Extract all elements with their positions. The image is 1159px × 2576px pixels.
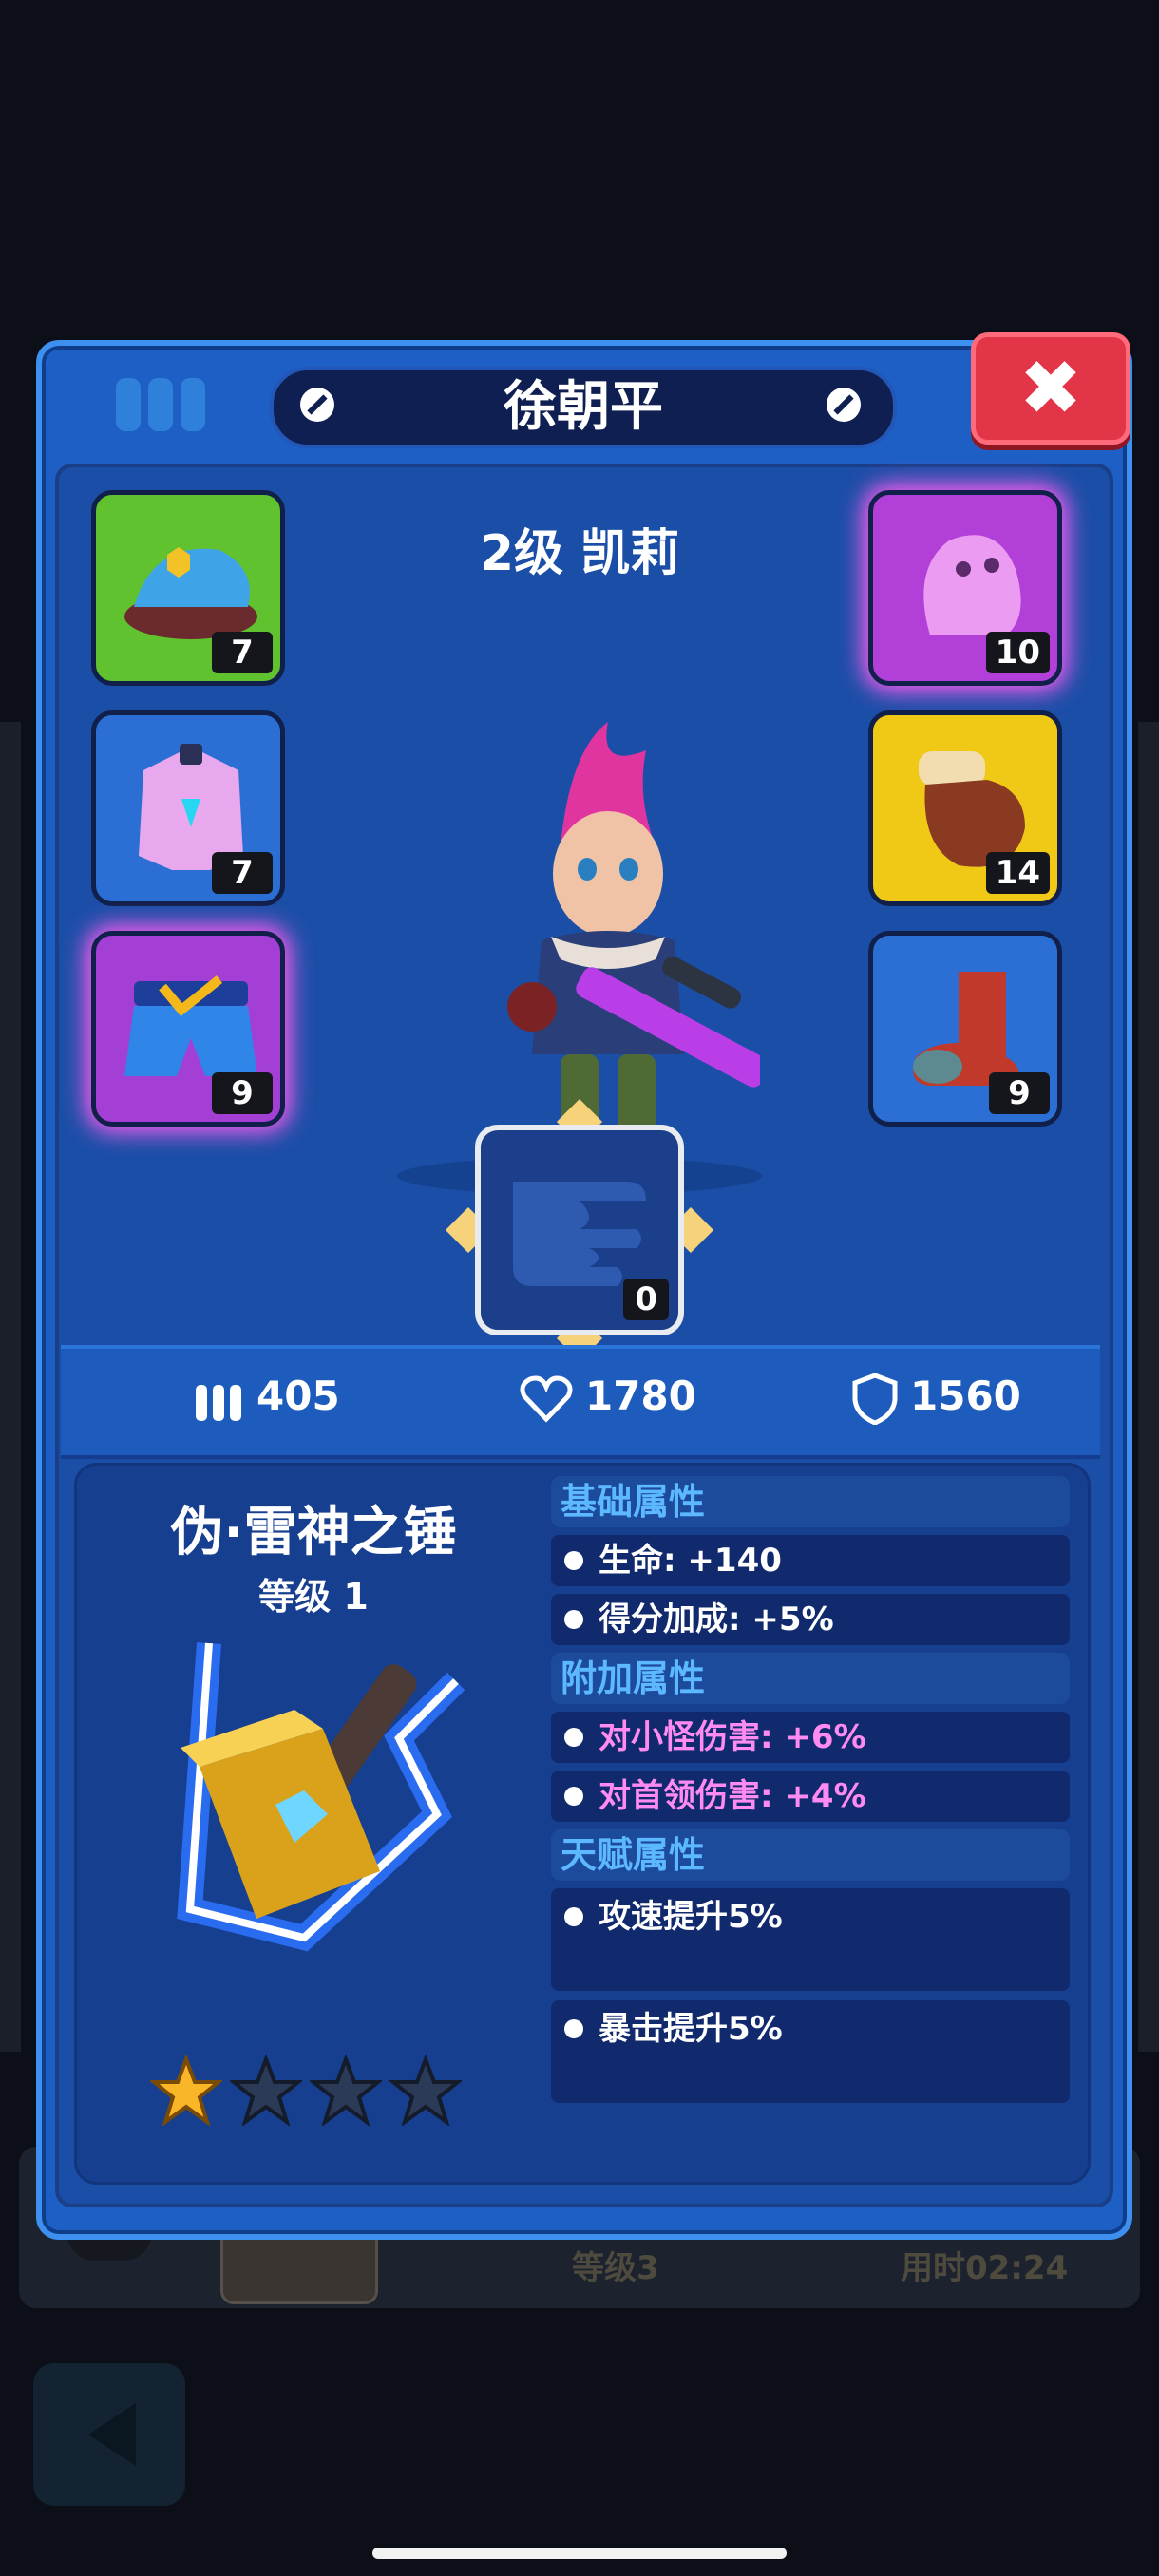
background-time-text: 用时02:24 (901, 2249, 1069, 2287)
attribute-text: 攻速提升5% (598, 1898, 783, 1936)
equip-level: 9 (989, 1072, 1050, 1114)
background-left-edge (0, 722, 21, 2052)
stat-attack-value: 405 (256, 1373, 340, 1419)
attribute-row: 暴击提升5% (551, 2000, 1070, 2103)
attribute-text: 生命: +140 (598, 1542, 782, 1580)
home-indicator[interactable] (372, 2548, 787, 2559)
attribute-text: 暴击提升5% (598, 2010, 783, 2048)
attribute-row: 得分加成: +5% (551, 1594, 1070, 1645)
close-icon: ✖ (1018, 344, 1083, 432)
back-button[interactable] (33, 2363, 185, 2506)
decor-bars (116, 378, 213, 435)
ammo-icon (196, 1384, 241, 1421)
attribute-row: 对小怪伤害: +6% (551, 1712, 1070, 1763)
stat-defense-value: 1560 (910, 1373, 1021, 1419)
base-attributes-header: 基础属性 (551, 1476, 1070, 1527)
equip-slot-gloves[interactable]: 14 (868, 710, 1062, 906)
heart-icon (520, 1375, 573, 1423)
equip-level: 7 (212, 852, 273, 894)
equip-slot-hat[interactable]: 7 (91, 490, 285, 686)
attributes-list: 基础属性 生命: +140 得分加成: +5% 附加属性 对小怪伤害: +6% … (551, 1476, 1070, 2112)
back-arrow-icon (88, 2403, 136, 2466)
extra-attributes-header: 附加属性 (551, 1653, 1070, 1704)
weapon-slot[interactable]: 0 (475, 1125, 684, 1335)
weapon-slot-level: 0 (623, 1279, 669, 1320)
stat-attack: 405 (194, 1368, 340, 1425)
item-stars (148, 2054, 469, 2130)
attribute-text: 对首领伤害: +4% (598, 1777, 866, 1815)
star-filled-icon (148, 2054, 224, 2128)
hammer-icon (177, 1642, 466, 1952)
shield-icon (852, 1372, 898, 1426)
background-level-text: 等级3 (572, 2249, 659, 2287)
item-name: 伪·雷神之锤 (170, 1502, 457, 1563)
stat-health: 1780 (519, 1368, 696, 1425)
attribute-row: 对首领伤害: +4% (551, 1771, 1070, 1822)
equip-slot-boots[interactable]: 9 (868, 931, 1062, 1127)
attribute-row: 生命: +140 (551, 1535, 1070, 1586)
stat-defense: 1560 (851, 1368, 1021, 1426)
close-button[interactable]: ✖ (971, 332, 1130, 445)
item-level: 等级 1 (258, 1576, 369, 1618)
hero-title: 2级 凯莉 (479, 525, 680, 582)
equip-slot-pants[interactable]: 9 (91, 931, 285, 1127)
attribute-text: 对小怪伤害: +6% (598, 1718, 866, 1756)
equip-level: 9 (212, 1072, 273, 1114)
hero-character (507, 722, 760, 1178)
equip-slot-accessory[interactable]: 10 (868, 490, 1062, 686)
equip-level: 10 (985, 632, 1050, 673)
star-empty-icon (228, 2054, 304, 2128)
equip-slot-armor[interactable]: 7 (91, 710, 285, 906)
background-right-edge (1138, 722, 1159, 2052)
star-empty-icon (388, 2054, 464, 2128)
equip-level: 7 (212, 632, 273, 673)
stat-health-value: 1780 (585, 1373, 696, 1419)
star-empty-icon (308, 2054, 384, 2128)
equip-level: 14 (985, 852, 1050, 894)
talent-attributes-header: 天赋属性 (551, 1829, 1070, 1881)
player-name: 徐朝平 (504, 376, 663, 438)
attribute-row: 攻速提升5% (551, 1888, 1070, 1991)
attribute-text: 得分加成: +5% (598, 1601, 834, 1638)
